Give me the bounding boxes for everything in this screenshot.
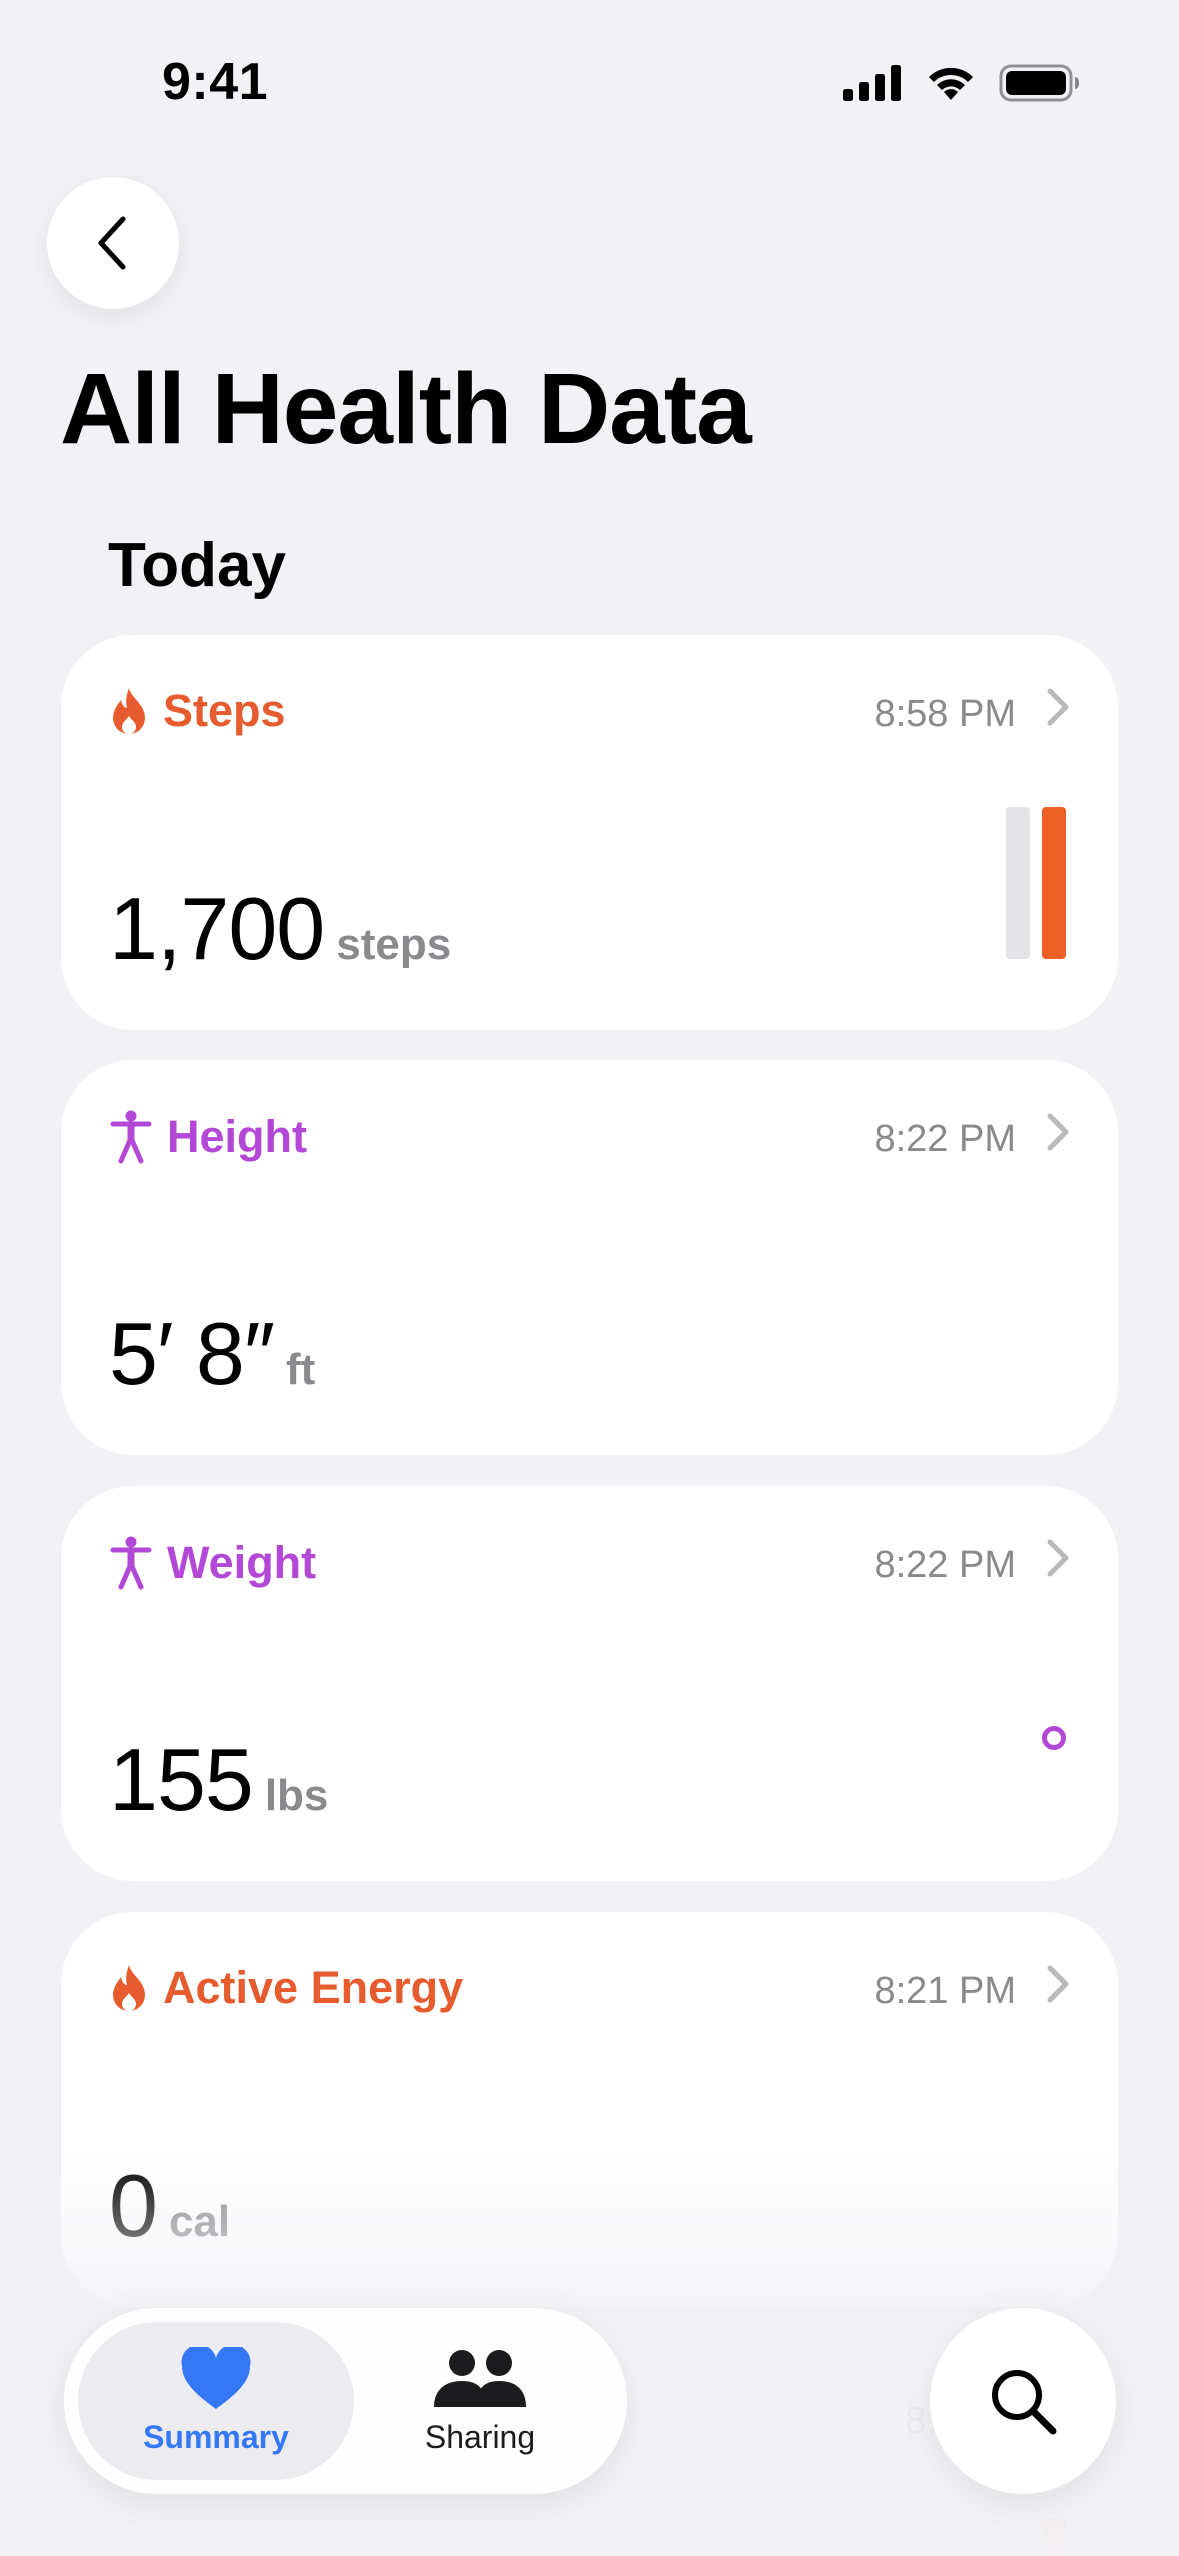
tab-label: Sharing — [424, 2418, 536, 2455]
chevron-right-icon — [1047, 688, 1069, 726]
tab-summary[interactable]: Summary — [78, 2322, 354, 2480]
card-value: 5′ 8″ ft — [109, 1303, 315, 1405]
figure-icon — [110, 1110, 152, 1164]
card-time: 8:58 PM — [874, 693, 1016, 735]
chevron-right-icon — [1047, 1539, 1069, 1577]
card-title: Height — [167, 1111, 307, 1162]
back-button[interactable] — [47, 177, 179, 309]
value-number: 1,700 — [109, 879, 325, 978]
card-value: 1,700 steps — [109, 878, 451, 980]
chevron-left-icon — [98, 216, 126, 270]
flame-icon — [113, 1965, 145, 2011]
steps-mini-chart — [1006, 807, 1066, 959]
tab-sharing[interactable]: Sharing — [342, 2322, 618, 2480]
card-title: Steps — [163, 685, 286, 736]
steps-card[interactable]: Steps 8:58 PM 1,700 steps — [61, 635, 1118, 1030]
value-unit: steps — [336, 920, 452, 969]
page-title: All Health Data — [60, 353, 752, 465]
status-time: 9:41 — [162, 53, 269, 111]
card-header: Steps — [109, 685, 286, 737]
chart-bar — [1042, 2518, 1066, 2556]
card-time: 8:22 PM — [874, 1118, 1016, 1160]
cellular-signal-icon — [843, 65, 901, 101]
value-unit: ft — [285, 1345, 316, 1394]
value-unit: cal — [168, 2197, 231, 2246]
value-number: 0 — [109, 2156, 158, 2255]
tab-label: Summary — [143, 2418, 289, 2455]
chart-bar-previous — [1006, 807, 1030, 959]
search-icon — [992, 2370, 1057, 2435]
heart-icon — [181, 2346, 251, 2409]
chevron-right-icon — [1047, 1113, 1069, 1151]
section-label-today: Today — [108, 531, 286, 600]
card-time: 8:22 PM — [874, 1544, 1016, 1586]
value-number: 5′ 8″ — [109, 1304, 275, 1403]
card-title: Weight — [167, 1537, 317, 1588]
tab-bar: Summary Sharing — [64, 2308, 627, 2494]
value-number: 155 — [109, 1730, 254, 1829]
height-card[interactable]: Height 8:22 PM 5′ 8″ ft — [61, 1060, 1118, 1455]
chart-bar-today — [1042, 807, 1066, 959]
chevron-right-icon — [1047, 1965, 1069, 2003]
search-button[interactable] — [930, 2308, 1116, 2494]
flame-icon — [113, 688, 145, 734]
wifi-icon — [929, 67, 973, 100]
active-energy-card[interactable]: Active Energy 8:21 PM 0 cal — [61, 1912, 1118, 2307]
card-value: 155 lbs — [109, 1729, 328, 1831]
card-header: Active Energy — [109, 1962, 463, 2014]
figure-icon — [110, 1536, 152, 1590]
card-header: Weight — [109, 1536, 316, 1590]
status-bar: 9:41 — [0, 0, 1179, 170]
value-unit: lbs — [264, 1771, 329, 1820]
card-time: 8:21 PM — [874, 1970, 1016, 2012]
card-value: 0 cal — [109, 2155, 230, 2257]
people-icon — [434, 2349, 526, 2407]
weight-data-point — [1042, 1726, 1066, 1750]
battery-icon — [999, 64, 1079, 102]
card-header: Height — [109, 1110, 307, 1164]
card-title: Active Energy — [163, 1962, 464, 2013]
status-icons — [843, 64, 1081, 102]
weight-card[interactable]: Weight 8:22 PM 155 lbs — [61, 1486, 1118, 1881]
